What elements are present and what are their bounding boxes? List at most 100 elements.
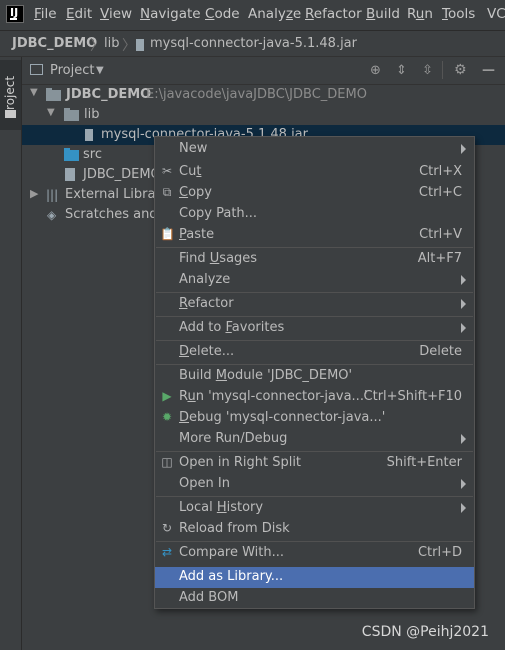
menu-item-icon: ⇄: [161, 545, 173, 559]
menu-item[interactable]: Run: [407, 6, 433, 22]
context-menu-item[interactable]: Analyze: [155, 270, 474, 291]
context-menu-item[interactable]: ▶ Run 'mysql-connector-java...' Ctrl+Shift…: [155, 387, 474, 408]
gear-icon[interactable]: ⚙: [454, 62, 467, 78]
context-menu-item[interactable]: ⧉ Copy Ctrl+C: [155, 183, 474, 204]
intellij-logo-icon: IJ: [6, 5, 24, 23]
panel-title[interactable]: Project: [50, 63, 94, 78]
locate-icon[interactable]: ⊕: [370, 63, 381, 78]
libraries-icon: |||: [46, 188, 59, 202]
tool-window-strip: [0, 57, 22, 650]
menu-item-label: Local History: [179, 500, 264, 515]
menu-separator: [156, 496, 473, 497]
submenu-arrow-icon: [461, 275, 466, 285]
context-menu-item[interactable]: Refactor: [155, 294, 474, 315]
menu-item[interactable]: VCS: [487, 6, 505, 22]
menu-item-shortcut: Ctrl+V: [419, 227, 462, 242]
menu-item-icon: 📋: [160, 227, 175, 241]
tree-row-root[interactable]: ▼ JDBC_DEMO E:\javacode\javaJDBC\JDBC_DE…: [22, 85, 505, 105]
menu-item-icon: ◫: [161, 455, 173, 469]
menu-item[interactable]: Refactor: [305, 6, 362, 22]
chevron-right-icon[interactable]: ▶: [30, 187, 38, 200]
menu-item[interactable]: Build: [366, 6, 400, 22]
context-menu-item[interactable]: ↻ Reload from Disk: [155, 519, 474, 540]
context-menu-item[interactable]: 📋 Paste Ctrl+V: [155, 225, 474, 246]
folder-icon: [64, 108, 79, 121]
menu-item-label: Copy Path...: [179, 206, 258, 221]
menu-item-label: More Run/Debug: [179, 431, 288, 446]
menu-item-label: Add to Favorites: [179, 320, 285, 335]
menu-item[interactable]: View: [100, 6, 132, 22]
context-menu-item[interactable]: Delete... Delete: [155, 342, 474, 363]
breadcrumb-project[interactable]: JDBC_DEMO: [12, 36, 97, 51]
context-menu-item[interactable]: Open In: [155, 474, 474, 495]
project-tool-tab[interactable]: Project: [0, 60, 21, 130]
menu-item-label: Open In: [179, 476, 230, 491]
source-folder-icon: [64, 148, 79, 161]
context-menu-item[interactable]: More Run/Debug: [155, 429, 474, 450]
menu-item[interactable]: Edit: [66, 6, 92, 22]
menu-item-label: Cut: [179, 164, 202, 179]
context-menu-item[interactable]: Build Module 'JDBC_DEMO': [155, 366, 474, 387]
menu-separator: [156, 364, 473, 365]
menu-item[interactable]: Analyze: [248, 6, 301, 22]
breadcrumb-lib[interactable]: lib: [104, 36, 119, 51]
header-divider: [442, 61, 443, 79]
menu-item-label: Add BOM: [179, 590, 239, 605]
menu-item[interactable]: Navigate: [140, 6, 201, 22]
context-menu-item[interactable]: ✂ Cut Ctrl+X: [155, 162, 474, 183]
context-menu-item[interactable]: New: [155, 139, 474, 160]
menu-item-label: Find Usages: [179, 251, 258, 266]
menu-item-label: New: [179, 141, 208, 156]
minimize-icon[interactable]: —: [482, 63, 495, 78]
menu-item-label: Refactor: [179, 296, 234, 311]
context-menu-item[interactable]: Add to Favorites: [155, 318, 474, 339]
chevron-down-icon[interactable]: ▼: [47, 107, 55, 118]
menu-item-label: Build Module 'JDBC_DEMO': [179, 368, 353, 383]
folder-icon: [5, 110, 16, 118]
menu-item-label: Run 'mysql-connector-java...': [179, 389, 368, 404]
expand-all-icon[interactable]: ⇕: [396, 63, 407, 78]
breadcrumb: JDBC_DEMO 〉 lib 〉 mysql-connector-java-5…: [0, 30, 505, 57]
submenu-arrow-icon: [461, 479, 466, 489]
context-menu-item[interactable]: ◫ Open in Right Split Shift+Enter: [155, 453, 474, 474]
module-file-icon: [65, 168, 75, 181]
tree-label-src: src: [83, 147, 102, 162]
menu-item-icon: ✂: [161, 164, 173, 178]
menu-item-shortcut: Ctrl+D: [417, 545, 462, 560]
collapse-all-icon[interactable]: ⇳: [422, 63, 433, 78]
menu-item-shortcut: Ctrl+X: [419, 164, 462, 179]
menu-item-shortcut: Delete: [419, 344, 462, 359]
module-folder-icon: [46, 88, 61, 101]
menu-separator: [156, 316, 473, 317]
chevron-down-icon[interactable]: ▼: [96, 65, 104, 76]
submenu-arrow-icon: [461, 323, 466, 333]
submenu-arrow-icon: [461, 144, 466, 154]
menu-separator: [156, 541, 473, 542]
chevron-down-icon[interactable]: ▼: [30, 87, 38, 98]
menu-item-icon: ⧉: [162, 185, 172, 199]
menu-item[interactable]: Code: [205, 6, 240, 22]
scratches-icon: ◈: [47, 208, 57, 222]
menu-separator: [156, 451, 473, 452]
menu-item[interactable]: Tools: [442, 6, 475, 22]
menu-item-label: Open in Right Split: [179, 455, 302, 470]
breadcrumb-file[interactable]: mysql-connector-java-5.1.48.jar: [150, 36, 357, 51]
menu-item[interactable]: File: [34, 6, 57, 22]
watermark: CSDN @Peihj2021: [361, 624, 489, 640]
context-menu-item[interactable]: Add BOM: [155, 588, 474, 609]
menu-item-shortcut: Ctrl+Shift+F10: [363, 389, 462, 404]
chevron-right-icon: 〉: [90, 38, 104, 54]
context-menu-item[interactable]: ⇄ Compare With... Ctrl+D: [155, 543, 474, 564]
context-menu-item[interactable]: ✹ Debug 'mysql-connector-java...': [155, 408, 474, 429]
menu-item-label: Compare With...: [179, 545, 285, 560]
menu-item-label: Add as Library...: [179, 569, 284, 584]
jar-icon: [85, 129, 93, 141]
context-menu-item[interactable]: Add as Library...: [155, 567, 474, 588]
context-menu-item[interactable]: Local History: [155, 498, 474, 519]
tree-row-lib[interactable]: ▼ lib: [22, 105, 505, 125]
menu-separator: [156, 247, 473, 248]
tree-label-external: External Librari: [65, 187, 165, 202]
context-menu-item[interactable]: Find Usages Alt+F7: [155, 249, 474, 270]
context-menu-item[interactable]: Copy Path...: [155, 204, 474, 225]
menu-item-icon: ▶: [162, 389, 172, 403]
